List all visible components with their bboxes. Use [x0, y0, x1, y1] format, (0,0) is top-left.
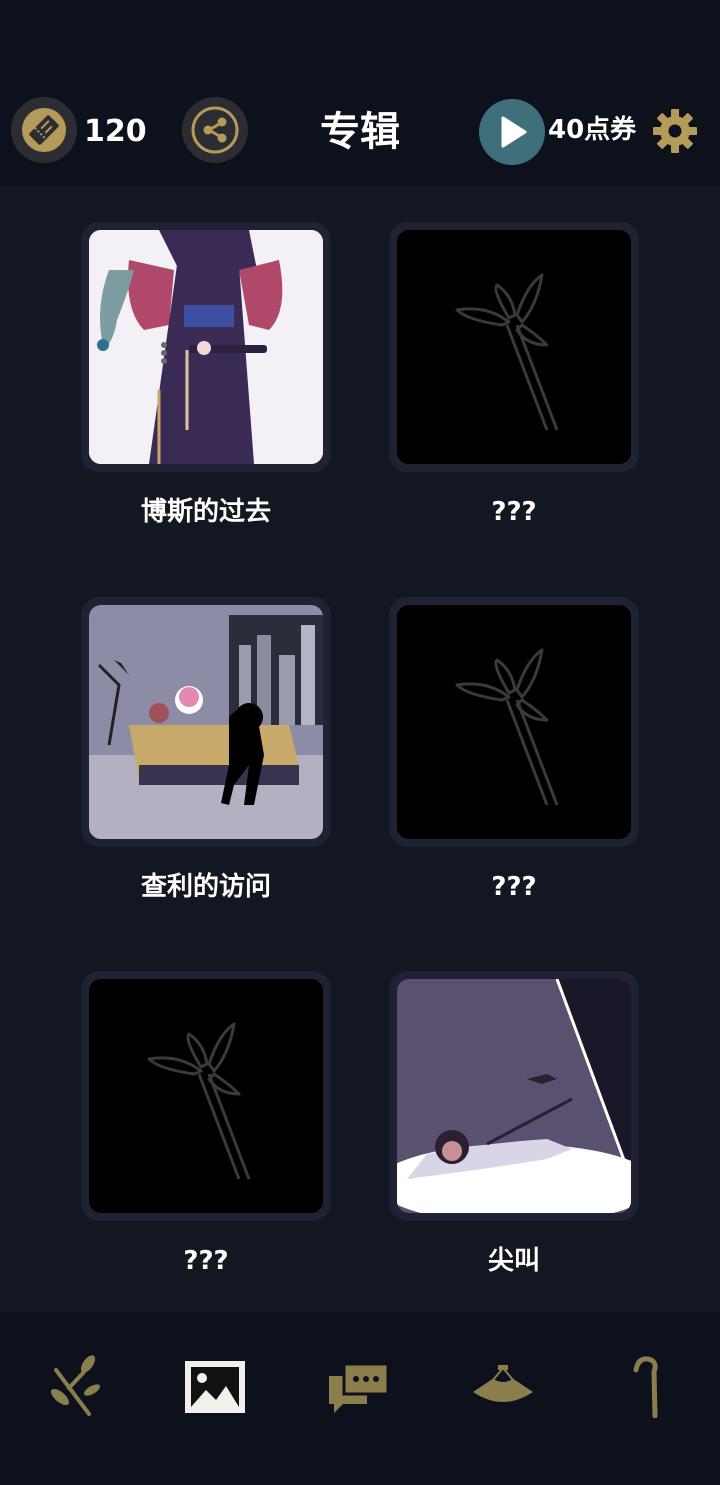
- album-caption: ???: [491, 872, 537, 902]
- nav-cane[interactable]: [603, 1342, 693, 1432]
- nav-album[interactable]: [170, 1342, 260, 1432]
- nav-hat[interactable]: [458, 1342, 548, 1432]
- points-label: 40点券: [548, 115, 637, 145]
- album-icon: [185, 1361, 245, 1413]
- nav-branch[interactable]: [29, 1342, 119, 1432]
- chat-icon: [329, 1362, 390, 1413]
- album-thumbnail-bedroom: [89, 605, 323, 839]
- album-card-bos-past[interactable]: [81, 222, 331, 472]
- album-caption: 博斯的过去: [140, 497, 271, 527]
- album-caption: ???: [491, 497, 537, 527]
- album-card-charlie-visit[interactable]: [81, 597, 331, 847]
- album-thumbnail-scream: [397, 979, 631, 1213]
- album-card-scream[interactable]: [389, 971, 639, 1221]
- cane-icon: [633, 1356, 658, 1418]
- album-thumbnail-robed-figure: [89, 230, 323, 464]
- album-card-locked[interactable]: [389, 597, 639, 847]
- bottom-nav: [0, 1312, 720, 1485]
- album-caption: 尖叫: [487, 1246, 540, 1276]
- play-icon: [501, 116, 527, 148]
- settings-gear-icon[interactable]: [652, 108, 698, 154]
- watch-ad-button[interactable]: [479, 99, 545, 165]
- album-card-locked[interactable]: [81, 971, 331, 1221]
- album-caption: 查利的访问: [140, 872, 271, 902]
- nav-chat[interactable]: [314, 1342, 404, 1432]
- album-card-locked[interactable]: [389, 222, 639, 472]
- album-caption: ???: [183, 1246, 229, 1276]
- album-grid: 博斯的过去 ??? 查利的访问 ??? ??? 尖叫: [0, 186, 720, 1312]
- top-bar: 120 专辑 40点券: [0, 0, 720, 186]
- locked-flower-icon: [397, 230, 631, 464]
- locked-flower-icon: [89, 979, 323, 1213]
- locked-flower-icon: [397, 605, 631, 839]
- branch-icon: [50, 1355, 101, 1416]
- hat-icon: [473, 1365, 533, 1402]
